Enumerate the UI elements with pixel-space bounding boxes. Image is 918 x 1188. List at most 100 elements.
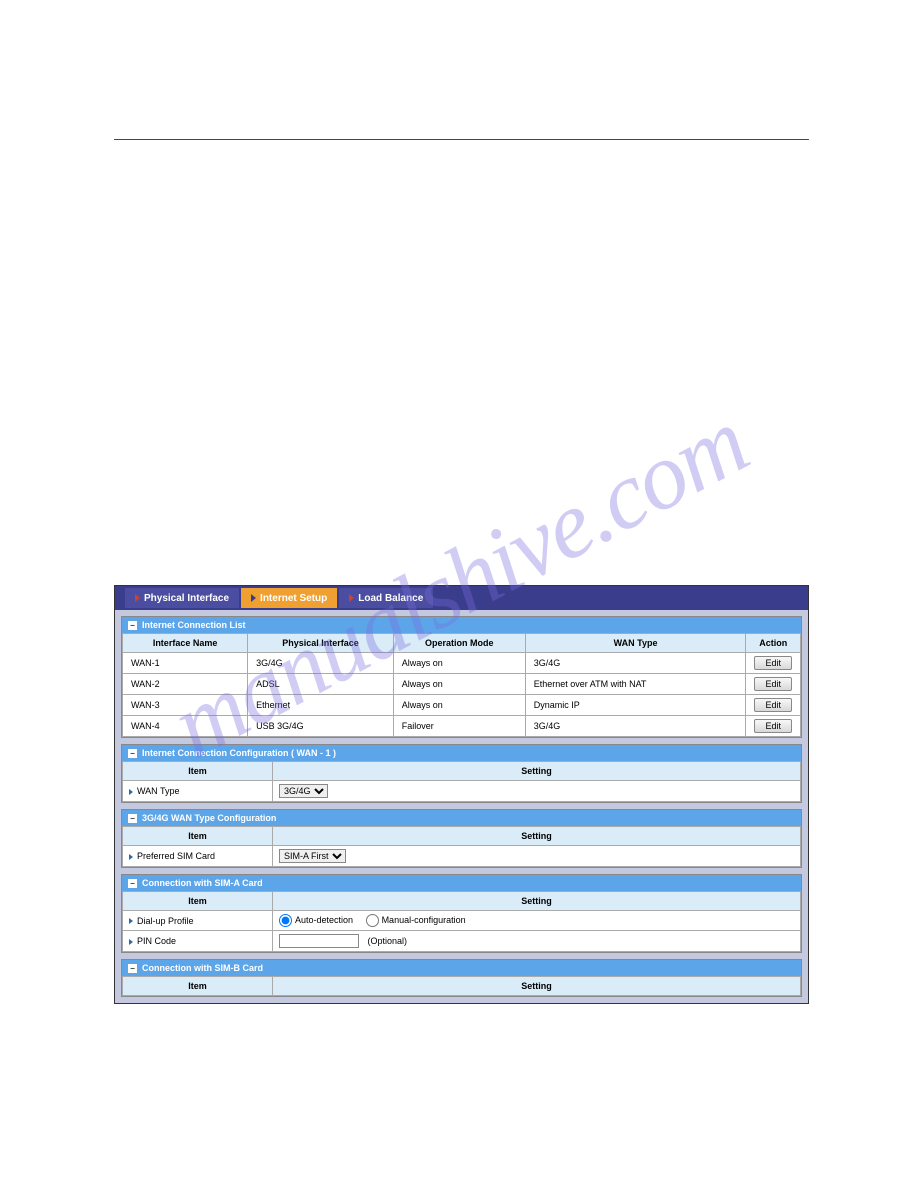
item-marker-icon (129, 854, 133, 860)
collapse-icon[interactable]: − (128, 814, 137, 823)
radio-manual-config-label[interactable]: Manual-configuration (366, 915, 466, 925)
col-setting: Setting (273, 762, 801, 781)
collapse-icon[interactable]: − (128, 879, 137, 888)
setting-cell: SIM-A First (273, 846, 801, 867)
cell-iface: ADSL (248, 674, 394, 695)
cell-action: Edit (746, 653, 801, 674)
setting-cell: Auto-detection Manual-configuration (273, 911, 801, 931)
table-row: WAN Type 3G/4G (123, 781, 801, 802)
screenshot-panel: Physical Interface Internet Setup Load B… (114, 585, 809, 1004)
col-item: Item (123, 762, 273, 781)
edit-button[interactable]: Edit (754, 719, 792, 733)
col-operation-mode: Operation Mode (393, 634, 525, 653)
item-marker-icon (129, 789, 133, 795)
tab-marker-icon (349, 594, 354, 602)
edit-button[interactable]: Edit (754, 698, 792, 712)
setting-cell: 3G/4G (273, 781, 801, 802)
tab-label: Physical Interface (144, 593, 229, 604)
preferred-sim-select[interactable]: SIM-A First (279, 849, 346, 863)
radio-auto-detection-label[interactable]: Auto-detection (279, 915, 353, 925)
section-title: Connection with SIM-B Card (142, 963, 263, 973)
table-header-row: Item Setting (123, 827, 801, 846)
tab-label: Internet Setup (260, 593, 327, 604)
collapse-icon[interactable]: − (128, 749, 137, 758)
wan-type-select[interactable]: 3G/4G (279, 784, 328, 798)
section-header: − Internet Connection Configuration ( WA… (122, 745, 801, 761)
pin-code-input[interactable] (279, 934, 359, 948)
col-physical-interface: Physical Interface (248, 634, 394, 653)
cell-name: WAN-1 (123, 653, 248, 674)
cell-name: WAN-2 (123, 674, 248, 695)
cell-type: 3G/4G (525, 716, 746, 737)
sim-a-table: Item Setting Dial-up Profile Auto-detect… (122, 891, 801, 952)
item-label: Dial-up Profile (123, 911, 273, 931)
radio-auto-detection[interactable] (279, 914, 292, 927)
table-row: PIN Code (Optional) (123, 931, 801, 952)
radio-text: Auto-detection (295, 915, 353, 925)
conn-config-table: Item Setting WAN Type 3G/4G (122, 761, 801, 802)
table-header-row: Interface Name Physical Interface Operat… (123, 634, 801, 653)
table-row: Preferred SIM Card SIM-A First (123, 846, 801, 867)
edit-button[interactable]: Edit (754, 656, 792, 670)
header-rule (114, 139, 809, 140)
item-text: Preferred SIM Card (137, 851, 215, 861)
collapse-icon[interactable]: − (128, 621, 137, 630)
item-marker-icon (129, 939, 133, 945)
radio-manual-config[interactable] (366, 914, 379, 927)
cell-action: Edit (746, 716, 801, 737)
tab-internet-setup[interactable]: Internet Setup (241, 588, 337, 608)
wan-type-config-table: Item Setting Preferred SIM Card SIM-A Fi… (122, 826, 801, 867)
col-item: Item (123, 892, 273, 911)
section-title: Internet Connection Configuration ( WAN … (142, 748, 336, 758)
table-header-row: Item Setting (123, 762, 801, 781)
cell-mode: Always on (393, 674, 525, 695)
collapse-icon[interactable]: − (128, 964, 137, 973)
section-header: − Connection with SIM-B Card (122, 960, 801, 976)
radio-text: Manual-configuration (382, 915, 466, 925)
section-sim-b: − Connection with SIM-B Card Item Settin… (121, 959, 802, 997)
cell-iface: 3G/4G (248, 653, 394, 674)
col-setting: Setting (273, 892, 801, 911)
table-row: Dial-up Profile Auto-detection Manual-co… (123, 911, 801, 931)
connection-list-table: Interface Name Physical Interface Operat… (122, 633, 801, 737)
cell-mode: Failover (393, 716, 525, 737)
tabs-bar: Physical Interface Internet Setup Load B… (115, 586, 808, 610)
cell-iface: Ethernet (248, 695, 394, 716)
section-title: Internet Connection List (142, 620, 246, 630)
tab-load-balance[interactable]: Load Balance (339, 588, 433, 608)
section-wan-type-config: − 3G/4G WAN Type Configuration Item Sett… (121, 809, 802, 868)
col-item: Item (123, 977, 273, 996)
item-text: WAN Type (137, 786, 180, 796)
cell-type: Dynamic IP (525, 695, 746, 716)
tab-marker-icon (135, 594, 140, 602)
cell-action: Edit (746, 674, 801, 695)
col-setting: Setting (273, 827, 801, 846)
optional-label: (Optional) (368, 936, 408, 946)
table-header-row: Item Setting (123, 977, 801, 996)
table-row: WAN-1 3G/4G Always on 3G/4G Edit (123, 653, 801, 674)
sim-b-table: Item Setting (122, 976, 801, 996)
item-label: PIN Code (123, 931, 273, 952)
section-title: Connection with SIM-A Card (142, 878, 263, 888)
setting-cell: (Optional) (273, 931, 801, 952)
cell-action: Edit (746, 695, 801, 716)
tab-label: Load Balance (358, 593, 423, 604)
section-header: − 3G/4G WAN Type Configuration (122, 810, 801, 826)
table-row: WAN-2 ADSL Always on Ethernet over ATM w… (123, 674, 801, 695)
table-row: WAN-3 Ethernet Always on Dynamic IP Edit (123, 695, 801, 716)
table-header-row: Item Setting (123, 892, 801, 911)
cell-type: 3G/4G (525, 653, 746, 674)
col-wan-type: WAN Type (525, 634, 746, 653)
edit-button[interactable]: Edit (754, 677, 792, 691)
content-area: − Internet Connection List Interface Nam… (115, 610, 808, 1003)
cell-type: Ethernet over ATM with NAT (525, 674, 746, 695)
col-action: Action (746, 634, 801, 653)
tab-marker-icon (251, 594, 256, 602)
item-text: PIN Code (137, 936, 176, 946)
cell-iface: USB 3G/4G (248, 716, 394, 737)
section-header: − Connection with SIM-A Card (122, 875, 801, 891)
tab-physical-interface[interactable]: Physical Interface (125, 588, 239, 608)
col-interface-name: Interface Name (123, 634, 248, 653)
section-connection-list: − Internet Connection List Interface Nam… (121, 616, 802, 738)
cell-name: WAN-3 (123, 695, 248, 716)
